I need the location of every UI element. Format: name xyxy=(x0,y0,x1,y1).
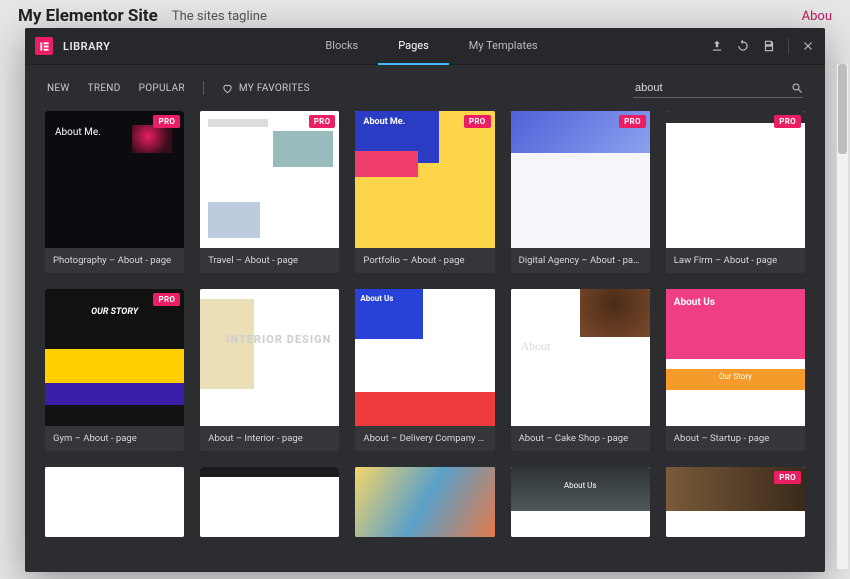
template-thumbnail: About Us xyxy=(511,467,650,537)
upload-icon[interactable] xyxy=(710,39,724,53)
divider xyxy=(203,81,204,95)
template-caption: Photography – About - page xyxy=(45,248,184,273)
template-thumbnail: INTERIOR DESIGN xyxy=(200,289,339,426)
site-title: My Elementor Site xyxy=(18,6,158,26)
pro-badge: PRO xyxy=(774,115,801,128)
pro-badge: PRO xyxy=(153,293,180,306)
elementor-logo-icon xyxy=(35,37,53,55)
pro-badge: PRO xyxy=(309,115,336,128)
search-icon xyxy=(791,82,803,94)
library-toolbar: NEW TREND POPULAR MY FAVORITES xyxy=(25,65,825,111)
template-card[interactable]: About Me. PRO Portfolio – About - page xyxy=(355,111,494,273)
template-thumbnail xyxy=(200,467,339,537)
divider xyxy=(788,38,789,54)
template-card[interactable]: PRO Digital Agency – About - page xyxy=(511,111,650,273)
template-caption: Gym – About - page xyxy=(45,426,184,451)
filter-trend[interactable]: TREND xyxy=(88,83,121,94)
filter-popular[interactable]: POPULAR xyxy=(139,83,185,94)
pro-badge: PRO xyxy=(153,115,180,128)
template-thumbnail: PRO xyxy=(200,111,339,248)
template-card[interactable]: PRO Law Firm – About - page xyxy=(666,111,805,273)
heart-icon xyxy=(222,83,233,94)
tab-my-templates[interactable]: My Templates xyxy=(449,28,558,63)
filter-new[interactable]: NEW xyxy=(47,83,70,94)
scrollbar-thumb[interactable] xyxy=(838,64,847,154)
library-title: LIBRARY xyxy=(63,40,110,53)
template-thumbnail: About UsOur Story xyxy=(666,289,805,426)
scrollbar[interactable] xyxy=(837,64,848,569)
library-tabs: Blocks Pages My Templates xyxy=(305,28,557,65)
template-card[interactable]: PRO xyxy=(666,467,805,537)
header-actions xyxy=(710,38,815,54)
template-card[interactable]: About Us About – Delivery Company - page xyxy=(355,289,494,451)
template-card[interactable]: OUR STORY PRO Gym – About - page xyxy=(45,289,184,451)
templates-grid: About Me. PRO Photography – About - page… xyxy=(45,111,805,537)
template-caption: About – Startup - page xyxy=(666,426,805,451)
nav-about-link[interactable]: Abou xyxy=(802,9,832,24)
template-thumbnail: About Me. PRO xyxy=(355,111,494,248)
template-thumbnail: About Me. PRO xyxy=(45,111,184,248)
filter-group: NEW TREND POPULAR MY FAVORITES xyxy=(47,81,310,95)
tab-blocks[interactable]: Blocks xyxy=(305,28,378,63)
template-caption: About – Cake Shop - page xyxy=(511,426,650,451)
template-card[interactable] xyxy=(200,467,339,537)
pro-badge: PRO xyxy=(619,115,646,128)
template-thumbnail xyxy=(45,467,184,537)
template-thumbnail: About xyxy=(511,289,650,426)
close-icon[interactable] xyxy=(801,39,815,53)
template-caption: Digital Agency – About - page xyxy=(511,248,650,273)
template-card[interactable] xyxy=(355,467,494,537)
template-card[interactable]: About Me. PRO Photography – About - page xyxy=(45,111,184,273)
template-card[interactable]: PRO Travel – About - page xyxy=(200,111,339,273)
search-input[interactable] xyxy=(633,81,791,95)
template-caption: Portfolio – About - page xyxy=(355,248,494,273)
pro-badge: PRO xyxy=(464,115,491,128)
filter-favorites[interactable]: MY FAVORITES xyxy=(222,83,310,94)
template-thumbnail: About Us xyxy=(355,289,494,426)
template-thumbnail: PRO xyxy=(511,111,650,248)
template-thumbnail xyxy=(355,467,494,537)
template-card[interactable]: About UsOur Story About – Startup - page xyxy=(666,289,805,451)
site-tagline: The sites tagline xyxy=(172,9,267,24)
search-field[interactable] xyxy=(633,79,803,98)
template-thumbnail: PRO xyxy=(666,467,805,537)
template-caption: Travel – About - page xyxy=(200,248,339,273)
template-caption: About – Interior - page xyxy=(200,426,339,451)
template-card[interactable]: INTERIOR DESIGN About – Interior - page xyxy=(200,289,339,451)
library-modal: LIBRARY Blocks Pages My Templates NEW TR… xyxy=(25,28,825,572)
template-card[interactable]: About Us xyxy=(511,467,650,537)
library-header: LIBRARY Blocks Pages My Templates xyxy=(25,28,825,65)
template-card[interactable]: About About – Cake Shop - page xyxy=(511,289,650,451)
template-thumbnail: PRO xyxy=(666,111,805,248)
pro-badge: PRO xyxy=(774,471,801,484)
save-icon[interactable] xyxy=(762,39,776,53)
sync-icon[interactable] xyxy=(736,39,750,53)
template-caption: About – Delivery Company - page xyxy=(355,426,494,451)
template-caption: Law Firm – About - page xyxy=(666,248,805,273)
templates-scroll-area[interactable]: About Me. PRO Photography – About - page… xyxy=(25,111,825,572)
template-card[interactable] xyxy=(45,467,184,537)
tab-pages[interactable]: Pages xyxy=(378,28,449,65)
filter-favorites-label: MY FAVORITES xyxy=(239,83,310,94)
template-thumbnail: OUR STORY PRO xyxy=(45,289,184,426)
